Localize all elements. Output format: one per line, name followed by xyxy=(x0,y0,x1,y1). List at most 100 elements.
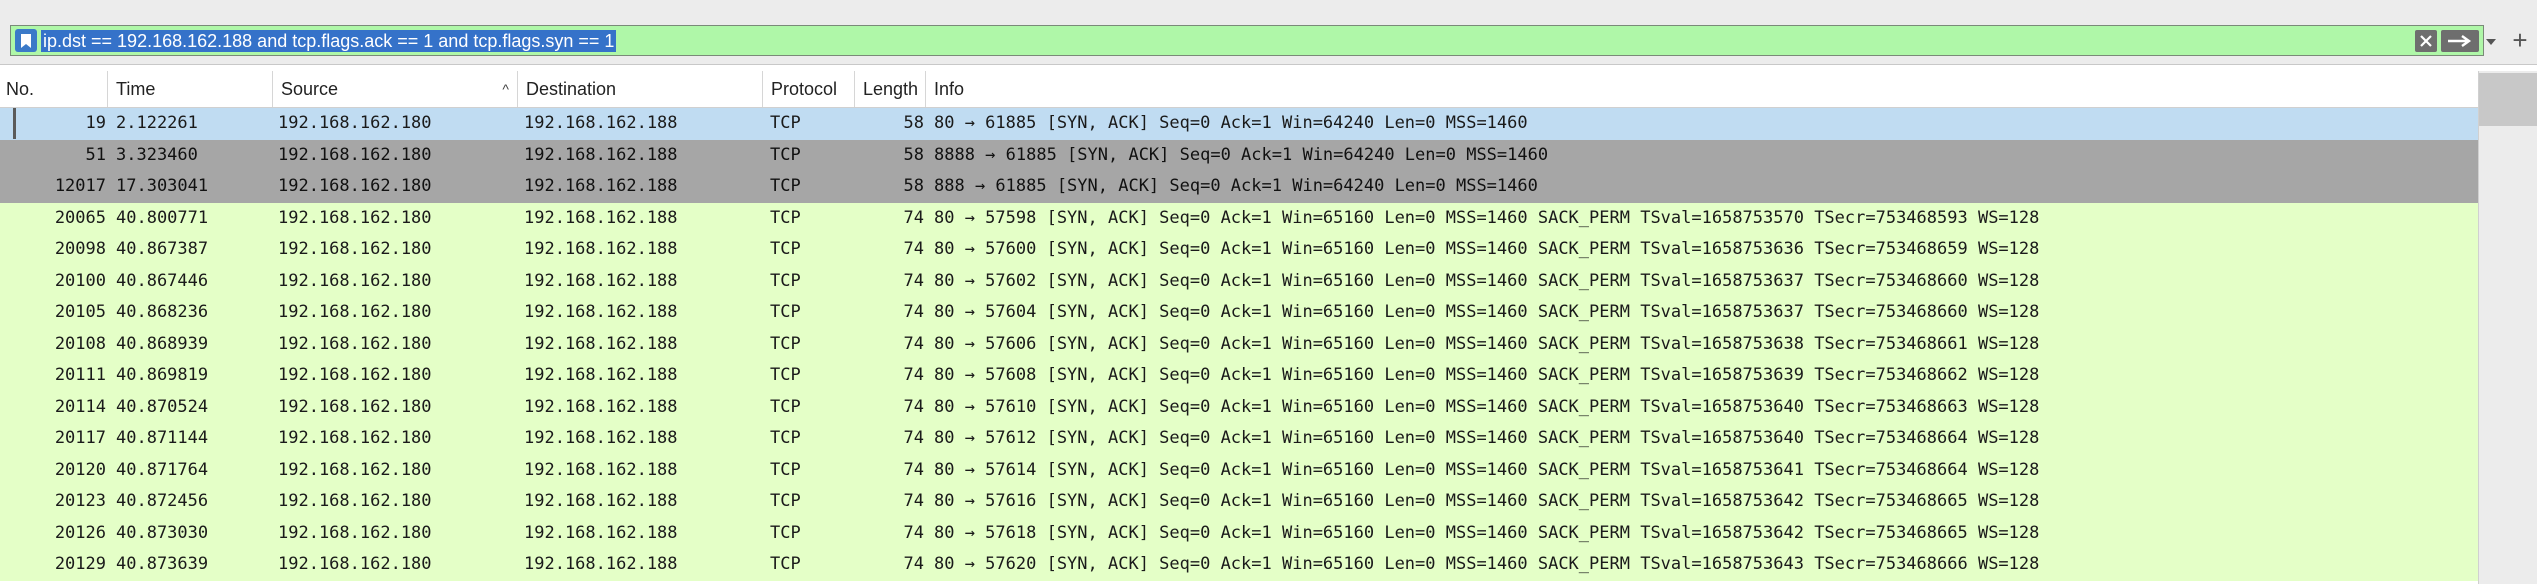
filter-expression-text: ip.dst == 192.168.162.188 and tcp.flags.… xyxy=(41,30,617,52)
packet-rows: 19 2.122261 192.168.162.180 192.168.162.188… xyxy=(0,108,2478,584)
column-header-destination[interactable]: Destination xyxy=(520,71,763,107)
packet-source: 192.168.162.180 xyxy=(278,396,432,417)
column-header-length[interactable]: Length xyxy=(857,71,926,107)
packet-time: 3.323460 xyxy=(116,144,198,165)
packet-length: 74 xyxy=(903,302,924,322)
packet-info: 80 → 57606 [SYN, ACK] Seq=0 Ack=1 Win=65… xyxy=(934,333,2040,354)
packet-destination: 192.168.162.188 xyxy=(524,144,678,165)
column-header-source[interactable]: Source ^ xyxy=(275,71,518,107)
table-row[interactable]: 20100 40.867446 192.168.162.180 192.168.162… xyxy=(0,265,2478,297)
packet-destination: 192.168.162.188 xyxy=(524,239,678,259)
packet-info: 80 → 57620 [SYN, ACK] Seq=0 Ack=1 Win=65… xyxy=(934,554,2040,574)
table-row[interactable]: 20065 40.800771 192.168.162.180 192.168.162… xyxy=(0,202,2478,234)
table-row[interactable]: 19 2.122261 192.168.162.180 192.168.162.188… xyxy=(0,108,2478,140)
packet-source: 192.168.162.180 xyxy=(278,113,432,133)
packet-info: 80 → 57618 [SYN, ACK] Seq=0 Ack=1 Win=65… xyxy=(934,522,2040,543)
packet-destination: 192.168.162.188 xyxy=(524,113,678,133)
packet-time: 17.303041 xyxy=(116,176,209,196)
packet-length: 74 xyxy=(903,554,924,574)
packet-list: No. Time Source ^ Destination Protocol L… xyxy=(0,65,2537,584)
packet-no: 20105 xyxy=(54,302,106,322)
packet-info: 80 → 57600 [SYN, ACK] Seq=0 Ack=1 Win=65… xyxy=(934,239,2040,259)
packet-destination: 192.168.162.188 xyxy=(524,554,678,574)
vertical-scrollbar[interactable] xyxy=(2478,71,2537,584)
toolbar-strip xyxy=(0,0,2537,21)
packet-length: 74 xyxy=(903,270,924,291)
apply-filter-button[interactable] xyxy=(2441,29,2479,52)
packet-source: 192.168.162.180 xyxy=(278,459,432,480)
table-row[interactable]: 12017 17.303041 192.168.162.180 192.168.162… xyxy=(0,171,2478,203)
packet-protocol: TCP xyxy=(770,333,801,354)
packet-length: 74 xyxy=(903,491,924,511)
packet-info: 80 → 57602 [SYN, ACK] Seq=0 Ack=1 Win=65… xyxy=(934,270,2040,291)
packet-time: 40.871144 xyxy=(116,428,209,448)
packet-length: 74 xyxy=(903,396,924,417)
table-row[interactable]: 20117 40.871144 192.168.162.180 192.168.162… xyxy=(0,423,2478,455)
add-filter-button[interactable]: + xyxy=(2507,25,2533,56)
packet-destination: 192.168.162.188 xyxy=(524,207,678,228)
column-header-time[interactable]: Time xyxy=(110,71,273,107)
packet-protocol: TCP xyxy=(770,396,801,417)
packet-protocol: TCP xyxy=(770,459,801,480)
packet-info: 8888 → 61885 [SYN, ACK] Seq=0 Ack=1 Win=… xyxy=(934,144,1549,165)
packet-protocol: TCP xyxy=(770,176,801,196)
packet-time: 40.868939 xyxy=(116,333,209,354)
packet-info: 80 → 57608 [SYN, ACK] Seq=0 Ack=1 Win=65… xyxy=(934,365,2040,385)
packet-no: 12017 xyxy=(54,176,106,196)
packet-no: 20108 xyxy=(54,333,106,354)
packet-time: 2.122261 xyxy=(116,113,198,133)
packet-length: 74 xyxy=(903,333,924,354)
packet-length: 74 xyxy=(903,459,924,480)
packet-protocol: TCP xyxy=(770,522,801,543)
column-header-info[interactable]: Info xyxy=(928,71,2478,107)
packet-destination: 192.168.162.188 xyxy=(524,396,678,417)
chevron-down-icon xyxy=(2486,38,2496,45)
packet-info: 80 → 57616 [SYN, ACK] Seq=0 Ack=1 Win=65… xyxy=(934,491,2040,511)
packet-no: 20100 xyxy=(54,270,106,291)
packet-source: 192.168.162.180 xyxy=(278,428,432,448)
bookmark-icon xyxy=(21,33,31,48)
packet-protocol: TCP xyxy=(770,207,801,228)
packet-protocol: TCP xyxy=(770,302,801,322)
packet-destination: 192.168.162.188 xyxy=(524,428,678,448)
packet-protocol: TCP xyxy=(770,554,801,574)
column-header-no[interactable]: No. xyxy=(0,71,108,107)
packet-length: 74 xyxy=(903,207,924,228)
table-row[interactable]: 20105 40.868236 192.168.162.180 192.168.162… xyxy=(0,297,2478,329)
table-row[interactable]: 20108 40.868939 192.168.162.180 192.168.162… xyxy=(0,328,2478,360)
packet-no: 20117 xyxy=(54,428,106,448)
display-filter-input[interactable]: ip.dst == 192.168.162.188 and tcp.flags.… xyxy=(10,25,2484,56)
table-row[interactable]: 20123 40.872456 192.168.162.180 192.168.162… xyxy=(0,486,2478,518)
packet-time: 40.800771 xyxy=(116,207,209,228)
scrollbar-thumb[interactable] xyxy=(2479,73,2537,126)
table-row[interactable]: 20129 40.873639 192.168.162.180 192.168.162… xyxy=(0,549,2478,581)
filter-bookmark-button[interactable] xyxy=(15,29,37,52)
table-row[interactable]: 20114 40.870524 192.168.162.180 192.168.162… xyxy=(0,391,2478,423)
packet-source: 192.168.162.180 xyxy=(278,144,432,165)
packet-destination: 192.168.162.188 xyxy=(524,176,678,196)
packet-info: 80 → 57614 [SYN, ACK] Seq=0 Ack=1 Win=65… xyxy=(934,459,2040,480)
packet-source: 192.168.162.180 xyxy=(278,207,432,228)
packet-destination: 192.168.162.188 xyxy=(524,333,678,354)
packet-info: 80 → 61885 [SYN, ACK] Seq=0 Ack=1 Win=64… xyxy=(934,113,1528,133)
packet-source: 192.168.162.180 xyxy=(278,302,432,322)
table-row[interactable]: 51 3.323460 192.168.162.180 192.168.162.188… xyxy=(0,139,2478,171)
close-icon xyxy=(2420,34,2432,47)
packet-length: 58 xyxy=(903,144,924,165)
packet-destination: 192.168.162.188 xyxy=(524,365,678,385)
packet-length: 58 xyxy=(903,113,924,133)
packet-source: 192.168.162.180 xyxy=(278,239,432,259)
packet-destination: 192.168.162.188 xyxy=(524,302,678,322)
packet-time: 40.872456 xyxy=(116,491,209,511)
clear-filter-button[interactable] xyxy=(2415,29,2437,52)
table-row[interactable]: 20120 40.871764 192.168.162.180 192.168.162… xyxy=(0,454,2478,486)
column-header-protocol[interactable]: Protocol xyxy=(765,71,855,107)
packet-time: 40.873639 xyxy=(116,554,209,574)
table-row[interactable]: 20098 40.867387 192.168.162.180 192.168.162… xyxy=(0,234,2478,266)
table-row[interactable]: 20111 40.869819 192.168.162.180 192.168.162… xyxy=(0,360,2478,392)
packet-length: 74 xyxy=(903,428,924,448)
filter-history-dropdown[interactable] xyxy=(2478,27,2504,56)
packet-source: 192.168.162.180 xyxy=(278,554,432,574)
table-row[interactable]: 20126 40.873030 192.168.162.180 192.168.162… xyxy=(0,517,2478,549)
packet-protocol: TCP xyxy=(770,239,801,259)
